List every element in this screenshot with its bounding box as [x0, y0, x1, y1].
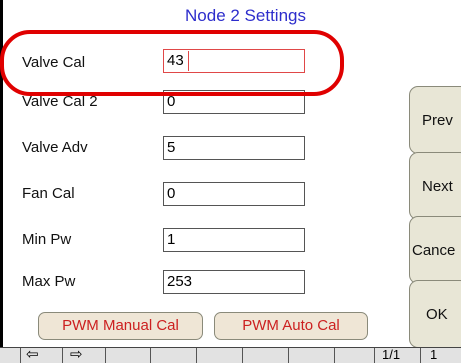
- field-row-max-pw: Max Pw 253: [0, 256, 400, 308]
- pwm-manual-cal-label: PWM Manual Cal: [62, 317, 179, 334]
- arrow-right-icon[interactable]: ⇨: [70, 345, 83, 363]
- field-row-fan-cal: Fan Cal 0: [0, 168, 400, 220]
- pwm-auto-cal-button[interactable]: PWM Auto Cal: [214, 312, 368, 340]
- field-value: 5: [167, 139, 176, 156]
- field-value: 0: [167, 185, 176, 202]
- arrow-left-icon[interactable]: ⇦: [26, 345, 39, 363]
- pwm-auto-cal-label: PWM Auto Cal: [242, 317, 340, 334]
- toolbar-divider: [242, 348, 243, 363]
- page-indicator: 1/1: [382, 347, 401, 362]
- max-pw-input[interactable]: 253: [163, 270, 305, 294]
- next-button[interactable]: Next: [409, 152, 461, 220]
- field-value: 253: [167, 273, 193, 290]
- toolbar-divider: [420, 348, 421, 363]
- bottom-toolbar: ⇦ ⇨ 1/1 1: [0, 345, 461, 363]
- cancel-button[interactable]: Cance: [409, 216, 461, 284]
- highlight-annotation: [0, 30, 344, 96]
- toolbar-trailing-value: 1: [430, 347, 438, 362]
- ok-button-label: OK: [426, 305, 448, 323]
- ok-button[interactable]: OK: [409, 280, 461, 348]
- toolbar-divider: [196, 348, 197, 363]
- min-pw-input[interactable]: 1: [163, 228, 305, 252]
- prev-button-label: Prev: [422, 111, 453, 129]
- toolbar-divider: [334, 348, 335, 363]
- valve-adv-input[interactable]: 5: [163, 136, 305, 160]
- field-row-valve-adv: Valve Adv 5: [0, 122, 400, 174]
- toolbar-divider: [105, 348, 106, 363]
- next-button-label: Next: [422, 177, 453, 195]
- prev-button[interactable]: Prev: [409, 86, 461, 154]
- toolbar-divider: [62, 348, 63, 363]
- toolbar-divider: [288, 348, 289, 363]
- field-label: Valve Adv: [22, 139, 88, 156]
- toolbar-divider: [20, 348, 21, 363]
- field-label: Max Pw: [22, 273, 76, 290]
- toolbar-divider: [374, 348, 375, 363]
- field-label: Fan Cal: [22, 185, 75, 202]
- cancel-button-label: Cance: [412, 241, 456, 259]
- node-settings-window: Node 2 Settings Valve Cal 43 Valve Cal 2…: [0, 0, 461, 363]
- pwm-manual-cal-button[interactable]: PWM Manual Cal: [38, 312, 203, 340]
- field-value: 1: [167, 231, 176, 248]
- toolbar-divider: [150, 348, 151, 363]
- page-title: Node 2 Settings: [185, 6, 306, 25]
- fan-cal-input[interactable]: 0: [163, 182, 305, 206]
